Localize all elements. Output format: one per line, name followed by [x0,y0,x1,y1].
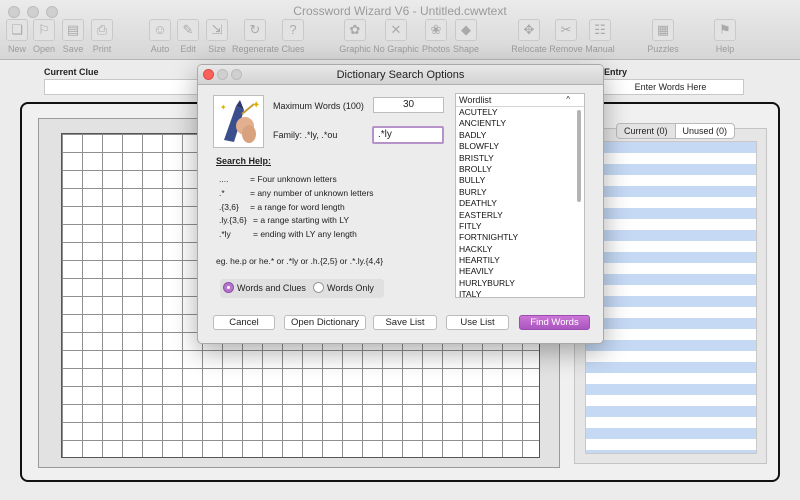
help-description: = a range starting with LY [253,215,349,225]
wordlist-item[interactable]: FITLY [459,221,518,232]
svg-text:✦: ✦ [252,100,260,111]
wordlist-items: ACUTELY ANCIENTLY BADLY BLOWFLY BRISTLY BROLL… [459,107,518,297]
toolbar-help-button[interactable]: ⚑ Help [702,19,748,54]
radio-unselected-icon [313,282,324,293]
print-icon: ⎙ [91,19,113,41]
max-words-input[interactable]: 30 [373,97,444,113]
wordlist-item[interactable]: DEATHLY [459,198,518,209]
wordlist-item[interactable]: HURLYBURLY [459,278,518,289]
family-input[interactable]: .*ly [372,126,444,144]
family-label: Family: .*ly, .*ou [273,130,338,140]
shape-icon: ◆ [455,19,477,41]
svg-text:✦: ✦ [220,103,227,112]
enter-words-field[interactable]: Enter Words Here [597,79,744,95]
toolbar-graphic-button[interactable]: ✿ Graphic [332,19,378,54]
graphic-icon: ✿ [344,19,366,41]
open-dictionary-button[interactable]: Open Dictionary [284,315,366,330]
wordlist-item[interactable]: ACUTELY [459,107,518,118]
help-description: = a range for word length [250,202,345,212]
word-list-tabs: Current (0) Unused (0) [616,123,736,139]
tab-current[interactable]: Current (0) [617,124,676,138]
current-clue-label: Current Clue [44,67,99,77]
dialog-minimize-button [217,69,228,80]
radio-words-and-clues-label: Words and Clues [237,282,306,293]
help-description: = Four unknown letters [250,174,337,184]
help-pattern: .... [219,174,229,184]
help-pattern: .*ly [219,229,231,239]
wordlist-item[interactable]: BRISTLY [459,153,518,164]
save-list-button[interactable]: Save List [373,315,437,330]
wordlist-item[interactable]: ITALY [459,289,518,297]
wordlist-item[interactable]: HEAVILY [459,266,518,277]
help-icon: ⚑ [714,19,736,41]
find-words-button[interactable]: Find Words [519,315,590,330]
help-pattern: .{3,6} [219,202,239,212]
tab-unused[interactable]: Unused (0) [676,124,735,138]
search-example: eg. he.p or he.* or .*ly or .h.{2,5} or … [216,256,384,266]
toolbar-clues-button[interactable]: ? Clues [270,19,316,54]
help-pattern: .ly.{3,6} [219,215,247,225]
toolbar-shape-button[interactable]: ◆ Shape [443,19,489,54]
toolbar-button-label: Print [92,44,112,54]
wordlist-item[interactable]: HACKLY [459,244,518,255]
search-help-heading: Search Help: [216,156,272,166]
wordlist-item[interactable]: BROLLY [459,164,518,175]
puzzles-icon: ▦ [652,19,674,41]
size-icon: ⇲ [206,19,228,41]
dialog-title: Dictionary Search Options [198,65,603,85]
toolbar-button-label: Puzzles [647,44,679,54]
toolbar-button-label: Manual [585,44,615,54]
cancel-button[interactable]: Cancel [213,315,275,330]
wordlist-item[interactable]: BULLY [459,175,518,186]
no-graphic-icon: ✕ [385,19,407,41]
radio-words-only[interactable]: Words Only [313,282,374,293]
toolbar-button-label: Clues [281,44,305,54]
toolbar-print-button[interactable]: ⎙ Print [79,19,125,54]
help-description: = any number of unknown letters [250,188,374,198]
wordlist-item[interactable]: BADLY [459,130,518,141]
result-mode-group: Words and Clues Words Only [220,279,384,298]
current-clue-field[interactable] [44,79,204,95]
dictionary-search-dialog: Dictionary Search Options ✦ ✦ Maximum Wo… [197,64,604,344]
dialog-close-button[interactable] [203,69,214,80]
wordlist-item[interactable]: BURLY [459,187,518,198]
manual-icon: ☷ [589,19,611,41]
entry-label: Entry [604,67,628,77]
toolbar-button-label: Shape [452,44,480,54]
wordlist-item[interactable]: FORTNIGHTLY [459,232,518,243]
dialog-zoom-button [231,69,242,80]
toolbar-button-label: Graphic [339,44,371,54]
radio-selected-icon [223,282,234,293]
wordlist-item[interactable]: EASTERLY [459,210,518,221]
toolbar-button-label: Size [208,44,226,54]
toolbar-button-label: No Graphic [373,44,419,54]
wordlist-header[interactable]: Wordlist ^ [456,94,584,107]
wordlist-item[interactable]: ANCIENTLY [459,118,518,129]
wordlist-item[interactable]: HEARTILY [459,255,518,266]
regenerate-icon: ↻ [244,19,266,41]
wordlist[interactable]: Wordlist ^ ACUTELY ANCIENTLY BADLY BLOWFLY B… [455,93,585,298]
clues-icon: ? [282,19,304,41]
wizard-icon: ✦ ✦ [213,95,264,148]
toolbar-button-label: Relocate [511,44,547,54]
toolbar-button-label: Help [715,44,735,54]
window-titlebar: Crossword Wizard V6 - Untitled.cwwtext ❏… [0,0,800,60]
radio-words-only-label: Words Only [327,282,374,293]
wordlist-scrollbar[interactable] [577,110,581,202]
window-title: Crossword Wizard V6 - Untitled.cwwtext [293,4,507,18]
word-list-table[interactable] [585,141,757,454]
radio-words-and-clues[interactable]: Words and Clues [223,282,306,293]
max-words-label: Maximum Words (100) [273,101,364,111]
help-pattern: .* [219,188,225,198]
relocate-icon: ✥ [518,19,540,41]
help-description: = ending with LY any length [253,229,357,239]
wordlist-item[interactable]: BLOWFLY [459,141,518,152]
toolbar-puzzles-button[interactable]: ▦ Puzzles [640,19,686,54]
toolbar-manual-button[interactable]: ☷ Manual [577,19,623,54]
wordlist-header-label: Wordlist [459,95,492,105]
remove-icon: ✂ [555,19,577,41]
use-list-button[interactable]: Use List [446,315,509,330]
sort-caret-icon: ^ [566,95,570,104]
